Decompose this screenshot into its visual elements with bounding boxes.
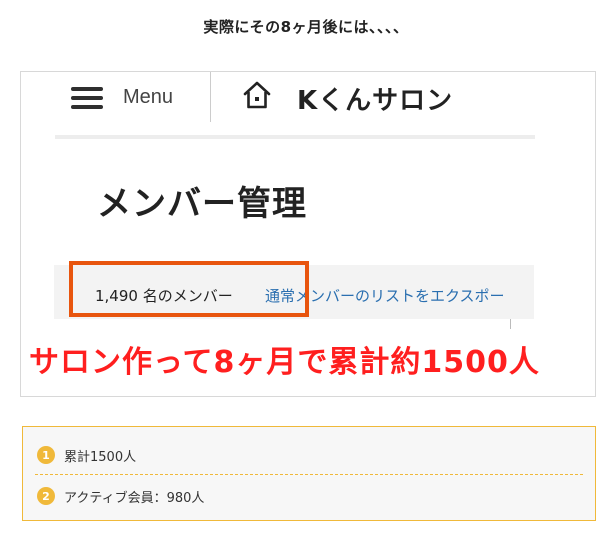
app-header: Menu Kくんサロン [21, 72, 595, 128]
note-number-badge: 1 [37, 446, 55, 464]
headline: 実際にその8ヶ月後には、、、、 [203, 18, 409, 36]
menu-label[interactable]: Menu [123, 86, 173, 109]
salon-name[interactable]: Kくんサロン [297, 80, 453, 117]
hamburger-menu-icon[interactable] [71, 87, 103, 111]
header-divider [210, 72, 211, 122]
notes-box: 1 累計1500人 2 アクティブ会員：980人 [22, 426, 596, 521]
embedded-screenshot: Menu Kくんサロン メンバー管理 1,490 名のメンバー 通常メンバーのリ… [20, 71, 596, 397]
note-text: 累計1500人 [64, 449, 137, 465]
divider-tick [510, 319, 511, 329]
overlay-caption: サロン作って8ヶ月で累計約1500人 [29, 345, 540, 380]
home-icon[interactable] [241, 79, 273, 111]
note-number-badge: 2 [37, 487, 55, 505]
note-text: アクティブ会員：980人 [64, 490, 205, 506]
page-title: メンバー管理 [97, 184, 307, 224]
note-item: 2 アクティブ会員：980人 [37, 484, 204, 508]
note-item: 1 累計1500人 [37, 443, 136, 467]
header-rule [55, 135, 535, 139]
note-separator [35, 474, 583, 475]
highlight-box [69, 261, 309, 317]
